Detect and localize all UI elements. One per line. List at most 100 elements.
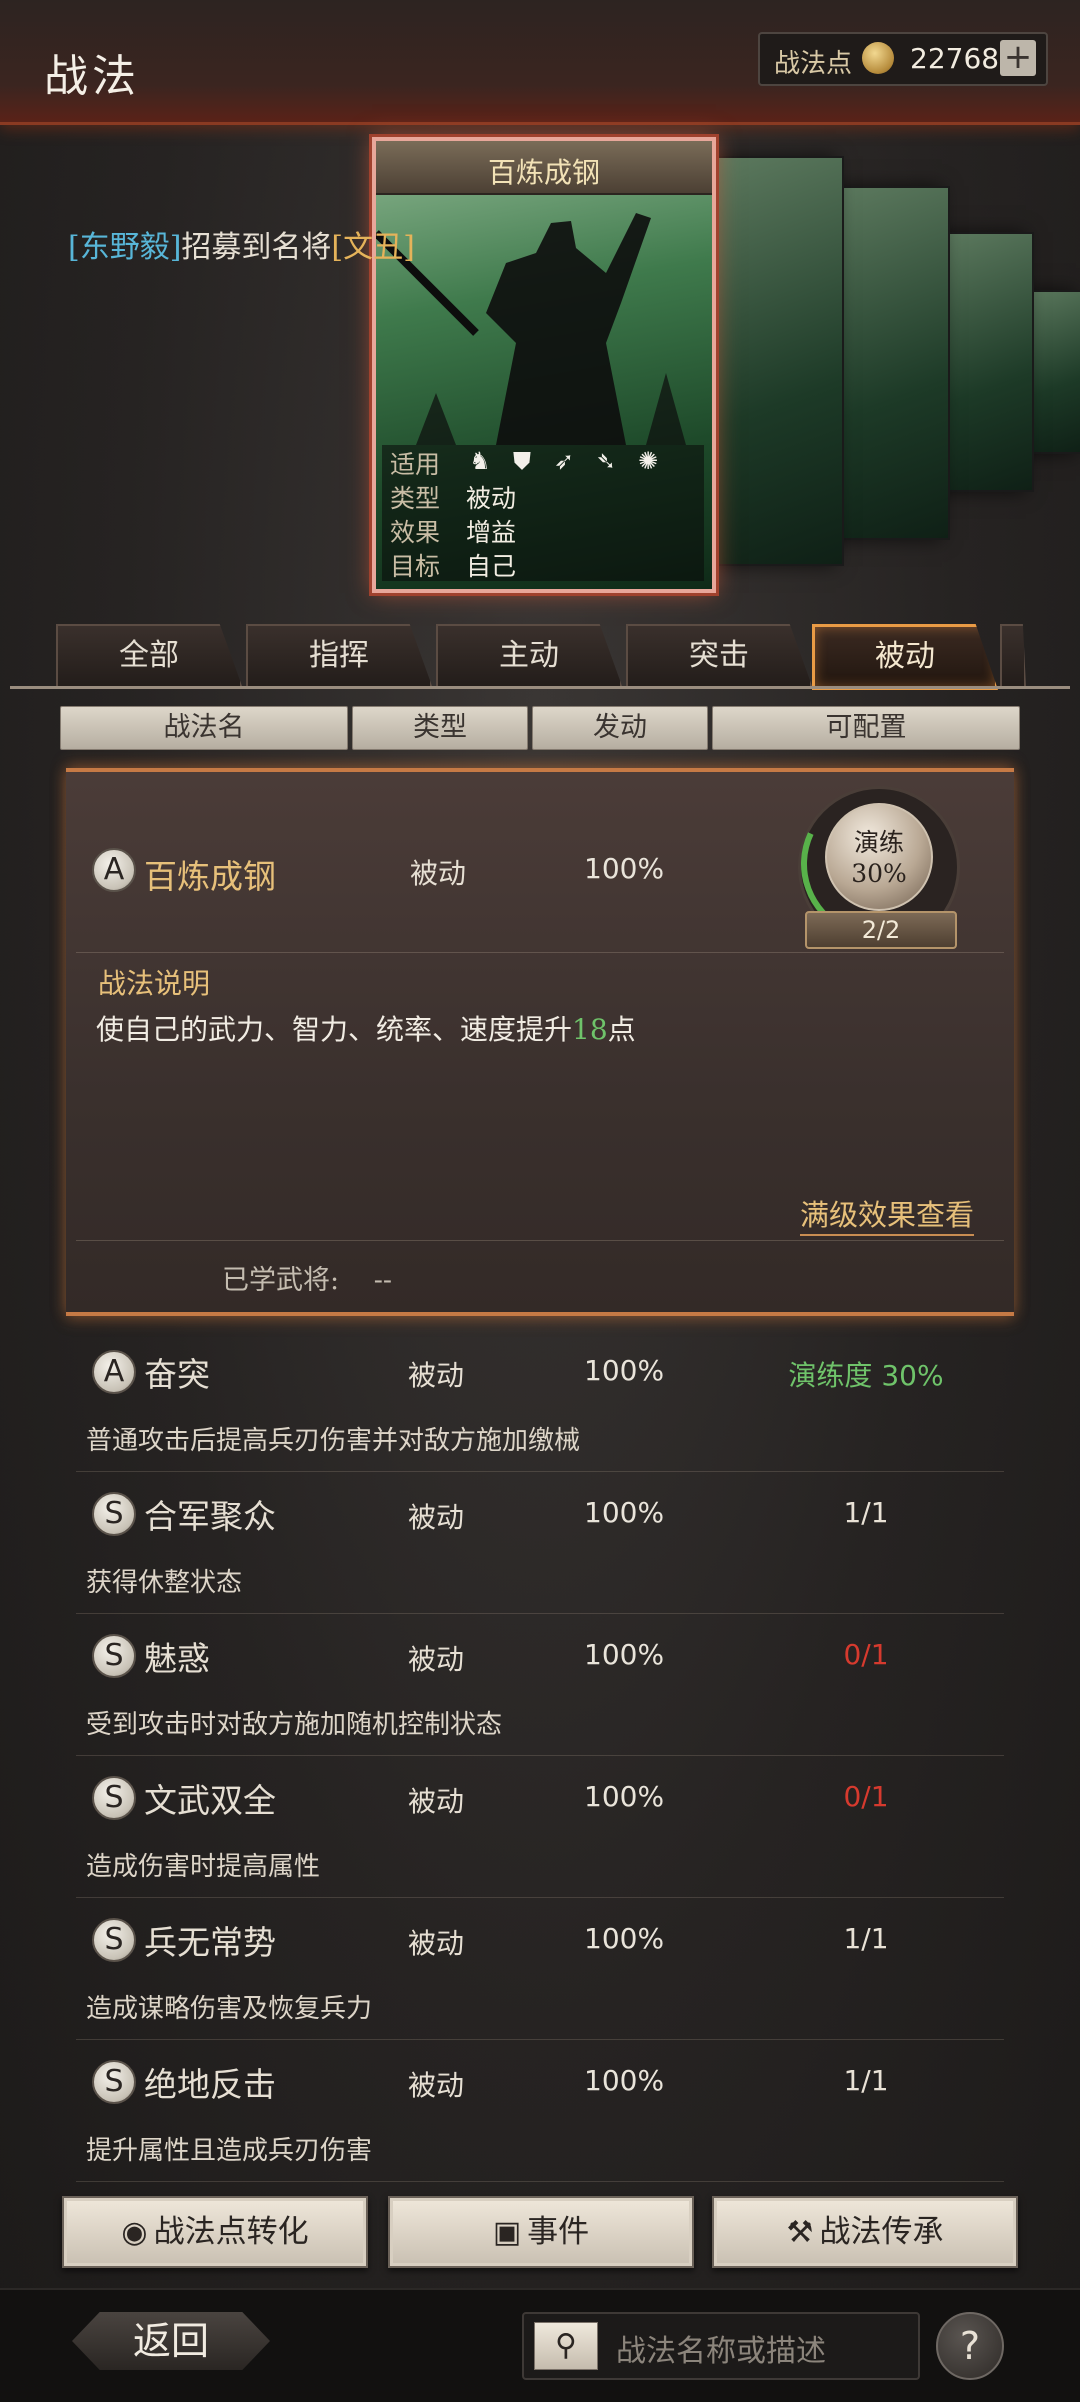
events-label: 事件 bbox=[527, 2214, 590, 2250]
tactic-type: 被动 bbox=[408, 1359, 465, 1392]
cavalry-icon: ♞ bbox=[469, 447, 491, 475]
learned-label: 已学武将: bbox=[222, 1265, 340, 1296]
tab-active[interactable]: 主动 bbox=[436, 624, 622, 686]
tactic-rate: 100% bbox=[584, 2064, 665, 2097]
panel-divider bbox=[76, 952, 1004, 953]
tab-assault[interactable]: 突击 bbox=[626, 624, 812, 686]
tab-command[interactable]: 指挥 bbox=[246, 624, 432, 686]
grade-badge: A bbox=[92, 1350, 136, 1394]
info-label-effect: 效果 bbox=[390, 518, 441, 547]
grade-badge: S bbox=[92, 1776, 136, 1820]
tactic-row[interactable]: S 绝地反击 被动 100% 1/1 提升属性且造成兵刃伤害 bbox=[66, 2040, 1014, 2182]
grade-badge: S bbox=[92, 1918, 136, 1962]
learned-value: -- bbox=[373, 1265, 392, 1296]
description-number: 18 bbox=[572, 1013, 608, 1046]
tab-more[interactable] bbox=[1000, 624, 1026, 686]
hammer-icon: ⚒ bbox=[786, 2215, 814, 2250]
spear-icon: ➴ bbox=[595, 447, 617, 475]
bow-icon: ➶ bbox=[553, 447, 575, 475]
tactic-name: 绝地反击 bbox=[144, 2065, 276, 2104]
description-prefix: 使自己的武力、智力、统率、速度提升 bbox=[96, 1013, 573, 1046]
tactic-summary: 普通攻击后提高兵刃伤害并对敌方施加缴械 bbox=[86, 1426, 581, 1456]
tactic-rate: 100% bbox=[584, 852, 665, 885]
help-button[interactable]: ? bbox=[936, 2312, 1004, 2380]
tactic-type: 被动 bbox=[408, 2069, 465, 2102]
tactic-name: 合军聚众 bbox=[144, 1497, 276, 1536]
grade-badge: S bbox=[92, 1492, 136, 1536]
info-label-type: 类型 bbox=[390, 484, 441, 513]
tactic-rate: 100% bbox=[584, 1496, 665, 1529]
info-value-effect: 增益 bbox=[466, 518, 517, 547]
full-level-effect-link[interactable]: 满级效果查看 bbox=[800, 1192, 975, 1236]
tab-passive[interactable]: 被动 bbox=[812, 624, 998, 690]
tactic-name: 文武双全 bbox=[144, 1781, 276, 1820]
train-percent: 30% bbox=[851, 859, 907, 888]
wheel-icon: ✺ bbox=[637, 447, 659, 475]
inherit-tactic-button[interactable]: ⚒ 战法传承 bbox=[712, 2196, 1018, 2268]
search-placeholder: 战法名称或描述 bbox=[616, 2334, 826, 2369]
points-label: 战法点 bbox=[774, 49, 853, 79]
tab-underline bbox=[10, 686, 1070, 689]
tactic-type: 被动 bbox=[408, 1785, 465, 1818]
column-trigger-button[interactable]: 发动 bbox=[532, 706, 708, 750]
column-type-button[interactable]: 类型 bbox=[352, 706, 528, 750]
search-field[interactable]: ⚲ 战法名称或描述 bbox=[522, 2312, 920, 2380]
panel-divider-2 bbox=[76, 1240, 1004, 1241]
train-widget[interactable]: 演练 30% 2/2 bbox=[779, 767, 973, 961]
column-config-button[interactable]: 可配置 bbox=[712, 706, 1020, 750]
fire-icon: ◉ bbox=[121, 2215, 148, 2250]
tactic-rate: 100% bbox=[584, 1354, 665, 1387]
back-button[interactable]: 返回 bbox=[72, 2312, 270, 2370]
train-orb[interactable]: 演练 30% bbox=[825, 803, 933, 911]
tactic-rate: 100% bbox=[584, 1780, 665, 1813]
config-value: 1/1 bbox=[843, 1496, 889, 1529]
events-button[interactable]: ▣ 事件 bbox=[388, 2196, 694, 2268]
learned-generals: 已学武将: -- bbox=[222, 1258, 392, 1297]
add-points-button[interactable]: + bbox=[1000, 40, 1036, 76]
featured-tactic-card[interactable]: 百炼成钢 适用 ♞ ⛊ ➶ ➴ ✺ 类型 被动 效果 增益 目标 自己 bbox=[372, 137, 716, 593]
tactic-summary: 提升属性且造成兵刃伤害 bbox=[86, 2136, 373, 2166]
info-value-type: 被动 bbox=[466, 484, 517, 513]
expanded-tactic-panel: A 百炼成钢 被动 100% 演练 30% 2/2 战法说明 使自己的武力、智力… bbox=[66, 767, 1014, 1316]
card-title: 百炼成钢 bbox=[487, 156, 600, 189]
alert-icon: ▣ bbox=[492, 2215, 522, 2250]
general-name: [文丑] bbox=[331, 230, 415, 265]
grade-badge: S bbox=[92, 1634, 136, 1678]
warrior-silhouette bbox=[376, 213, 686, 445]
tactic-rate: 100% bbox=[584, 1922, 665, 1955]
tactic-name: 兵无常势 bbox=[144, 1923, 276, 1962]
tactic-row[interactable]: S 魅惑 被动 100% 0/1 受到攻击时对敌方施加随机控制状态 bbox=[66, 1614, 1014, 1756]
tactic-summary: 受到攻击时对敌方施加随机控制状态 bbox=[86, 1710, 503, 1740]
config-value: 1/1 bbox=[843, 1922, 889, 1955]
config-value: 演练度 30% bbox=[788, 1359, 944, 1392]
tactic-name: 奋突 bbox=[144, 1355, 210, 1394]
tab-all[interactable]: 全部 bbox=[56, 624, 242, 686]
page-title: 战法 bbox=[44, 51, 140, 102]
points-value: 22768 bbox=[910, 42, 1000, 75]
tactic-points-box: 战法点 22768 + bbox=[758, 32, 1048, 86]
column-name-button[interactable]: 战法名 bbox=[60, 706, 348, 750]
applicable-icons: ♞ ⛊ ➶ ➴ ✺ bbox=[466, 447, 662, 475]
tactic-type: 被动 bbox=[408, 1643, 465, 1676]
description-suffix: 点 bbox=[607, 1013, 636, 1046]
config-value: 0/1 bbox=[843, 1780, 889, 1813]
row-separator bbox=[76, 2181, 1004, 2182]
convert-points-label: 战法点转化 bbox=[153, 2214, 309, 2250]
convert-points-button[interactable]: ◉ 战法点转化 bbox=[62, 2196, 368, 2268]
search-icon[interactable]: ⚲ bbox=[534, 2322, 598, 2370]
shield-icon: ⛊ bbox=[513, 447, 531, 475]
tactic-name[interactable]: 百炼成钢 bbox=[144, 850, 276, 898]
config-value: 1/1 bbox=[843, 2064, 889, 2097]
tactic-row[interactable]: S 兵无常势 被动 100% 1/1 造成谋略伤害及恢复兵力 bbox=[66, 1898, 1014, 2040]
tactic-row[interactable]: A 奋突 被动 100% 演练度 30% 普通攻击后提高兵刃伤害并对敌方施加缴械 bbox=[66, 1330, 1014, 1472]
tactic-row[interactable]: S 文武双全 被动 100% 0/1 造成伤害时提高属性 bbox=[66, 1756, 1014, 1898]
tactic-type: 被动 bbox=[408, 1501, 465, 1534]
train-count: 2/2 bbox=[805, 911, 957, 949]
grade-badge: S bbox=[92, 2060, 136, 2104]
tactic-row[interactable]: S 合军聚众 被动 100% 1/1 获得休整状态 bbox=[66, 1472, 1014, 1614]
tactic-summary: 获得休整状态 bbox=[86, 1568, 243, 1598]
info-label-applicable: 适用 bbox=[390, 450, 441, 479]
recruit-broadcast: [东野毅]招募到名将[文丑] bbox=[68, 222, 415, 266]
grade-badge: A bbox=[92, 848, 136, 892]
stacked-card-1 bbox=[700, 156, 844, 566]
